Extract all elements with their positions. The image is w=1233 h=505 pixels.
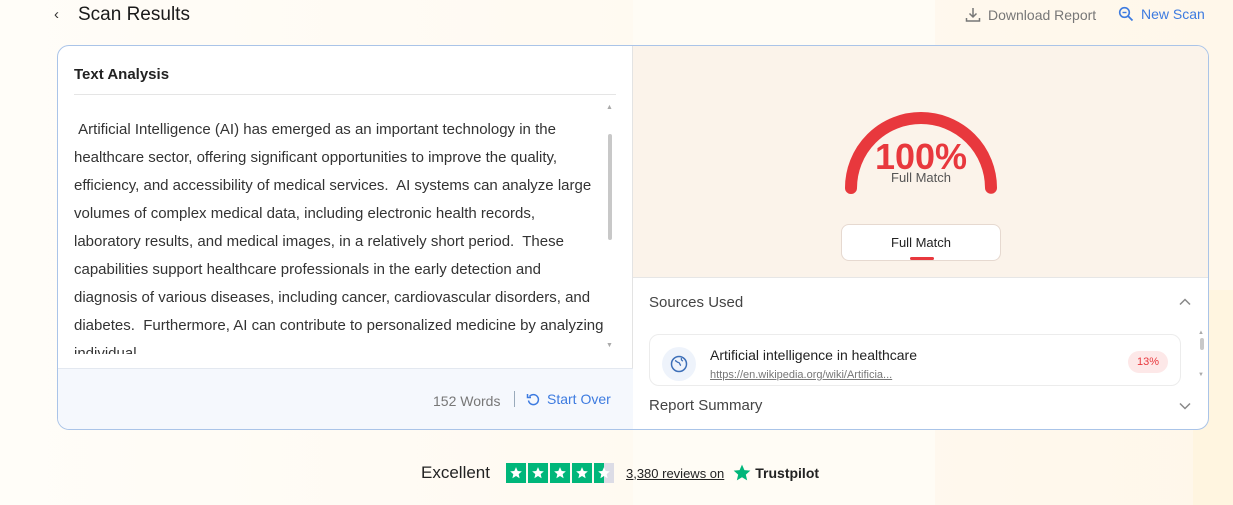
download-icon [965,8,981,22]
rating-word: Excellent [421,463,490,482]
trustpilot-logo[interactable]: Trustpilot [732,463,819,483]
star-icon [571,463,592,483]
start-over-button[interactable]: Start Over [526,391,611,407]
download-report-label: Download Report [988,7,1097,23]
sources-used-heading[interactable]: Sources Used [649,294,743,311]
top-bar: ‹ Scan Results Download Report New Scan [0,0,1233,34]
divider [514,391,515,407]
star-icon [505,463,526,483]
source-item[interactable]: Artificial intelligence in healthcare ht… [649,334,1181,386]
star-icon [549,463,570,483]
source-url-link[interactable]: https://en.wikipedia.org/wiki/Artificia.… [710,369,892,381]
reviews-link[interactable]: 3,380 reviews on [626,466,724,481]
chevron-down-icon[interactable] [1177,398,1193,414]
trustpilot-star-icon [733,464,751,481]
match-label: Full Match [891,170,951,185]
star-icon [527,463,548,483]
start-over-label: Start Over [547,391,611,407]
full-match-tab[interactable]: Full Match [841,224,1001,261]
scroll-up-arrow-icon[interactable]: ▲ [606,104,613,111]
half-star-icon [593,463,614,483]
globe-icon [662,347,696,381]
match-percent-badge: 13% [1128,351,1168,373]
results-card: Text Analysis Artificial Intelligence (A… [57,45,1209,430]
new-scan-button[interactable]: New Scan [1118,6,1205,22]
match-gauge-area: 100% Full Match Full Match [633,46,1208,278]
scan-search-icon [1118,6,1134,22]
page-title: Scan Results [78,4,190,25]
full-match-tab-label: Full Match [891,235,951,250]
active-indicator [910,257,934,260]
scrollbar-thumb[interactable] [1200,338,1204,350]
undo-icon [526,393,540,405]
divider [74,94,616,95]
text-footer: 152 Words Start Over [58,368,633,429]
report-summary-heading[interactable]: Report Summary [649,397,762,414]
scroll-down-arrow-icon[interactable]: ▼ [1198,372,1204,378]
analyzed-text: Artificial Intelligence (AI) has emerged… [74,121,604,354]
trustpilot-brand-name: Trustpilot [755,465,820,481]
scrollbar-thumb[interactable] [608,134,612,240]
word-count: 152 Words [433,393,501,409]
scroll-up-arrow-icon[interactable]: ▲ [1198,330,1204,336]
new-scan-label: New Scan [1141,6,1205,22]
download-report-button[interactable]: Download Report [964,6,1096,24]
star-rating [505,463,614,483]
text-analysis-title: Text Analysis [74,66,170,83]
results-panel: 100% Full Match Full Match Sources Used … [633,46,1208,429]
scroll-down-arrow-icon[interactable]: ▼ [606,342,613,349]
source-title: Artificial intelligence in healthcare [710,347,917,363]
chevron-up-icon[interactable] [1177,294,1193,310]
back-chevron-icon[interactable]: ‹ [54,5,68,25]
text-analysis-panel: Text Analysis Artificial Intelligence (A… [58,46,633,429]
trustpilot-widget: Excellent 3,380 reviews on Trustpilot [421,460,819,486]
